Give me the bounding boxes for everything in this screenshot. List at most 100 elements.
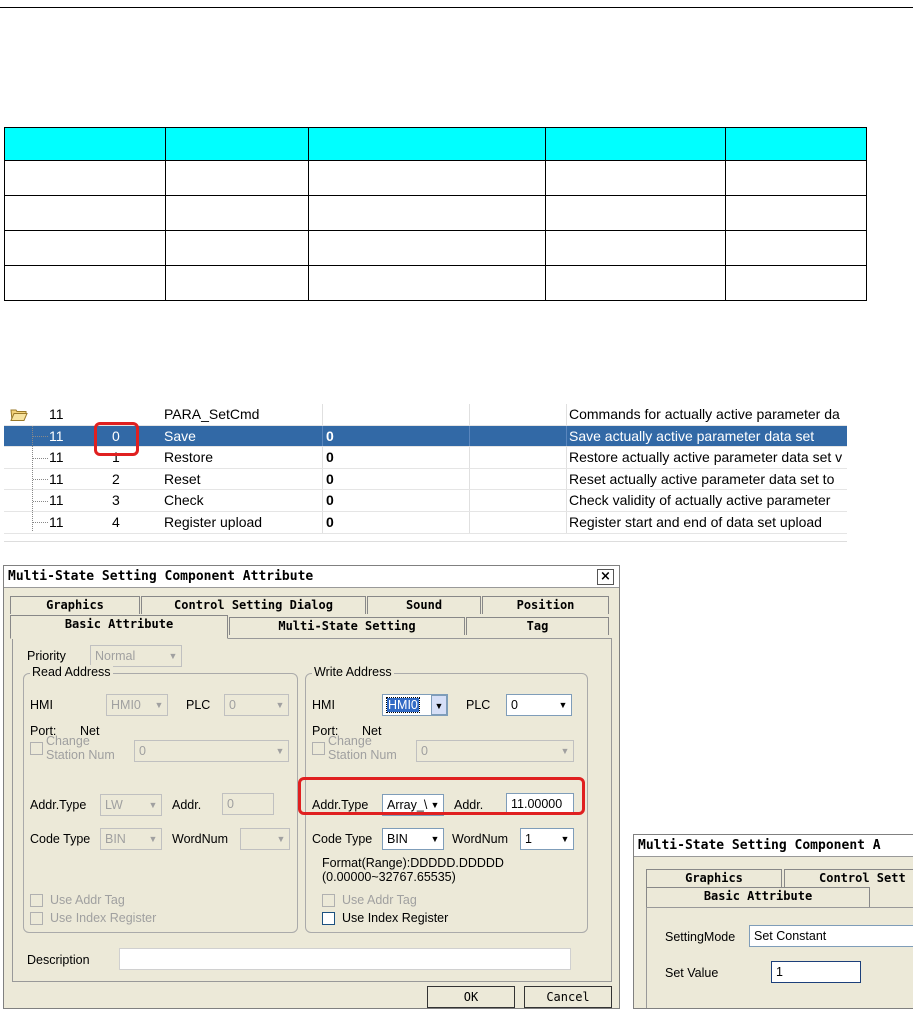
parameter-row[interactable]: 11 4 Register upload 0 Register start an… (4, 512, 847, 534)
tab-multi-state-setting[interactable]: Multi-State Setting (229, 617, 465, 635)
setting-mode-label: SettingMode (665, 930, 736, 944)
set-value-input[interactable]: 1 (771, 961, 861, 983)
doc-cell (4, 195, 166, 231)
write-format-range: Format(Range):DDDDD.DDDDD (322, 856, 504, 870)
tab-position[interactable]: Position (482, 596, 609, 614)
param-col4: 0 (326, 470, 334, 487)
doc-cell (165, 265, 309, 301)
param-col3: Reset (164, 470, 201, 487)
param-col1: 11 (49, 449, 64, 466)
read-addr-label: Addr. (172, 798, 202, 812)
write-plc-select[interactable]: 0 ▼ (506, 694, 572, 716)
tab-tag[interactable]: Tag (466, 617, 609, 635)
param-col3: Restore (164, 449, 214, 466)
tab-sound[interactable]: Sound (367, 596, 481, 614)
read-address-label: Read Address (30, 665, 113, 679)
write-use-index-register-checkbox[interactable] (322, 912, 335, 925)
write-change-label: Change (328, 734, 372, 748)
read-addr-type-select: LW ▼ (100, 794, 162, 816)
parameter-row[interactable]: 11 3 Check 0 Check validity of actually … (4, 490, 847, 512)
read-code-type-select: BIN ▼ (100, 828, 162, 850)
dialog2-title: Multi-State Setting Component A (638, 838, 881, 853)
doc-cell (165, 160, 309, 196)
doc-table (4, 127, 867, 301)
param-col4: 0 (326, 427, 334, 444)
parameter-row[interactable]: 11 2 Reset 0 Reset actually active param… (4, 468, 847, 491)
doc-col-4 (545, 127, 726, 161)
param-col4: 0 (326, 492, 334, 509)
attribute-dialog-secondary: Multi-State Setting Component A Graphics… (633, 834, 913, 1009)
write-address-label: Write Address (312, 665, 394, 679)
write-wordnum-select[interactable]: 1 ▼ (520, 828, 574, 850)
doc-cell (165, 195, 309, 231)
doc-cell (725, 230, 867, 266)
read-use-addr-tag-checkbox (30, 894, 43, 907)
param-col4: 0 (326, 449, 334, 466)
tab-graphics[interactable]: Graphics (10, 596, 140, 614)
doc-col-1 (4, 127, 166, 161)
param-col5: Register start and end of data set uploa… (569, 514, 822, 530)
dialog2-panel: SettingMode Set Constant Set Value 1 (646, 907, 913, 1008)
param-col5: Commands for actually active parameter d… (569, 406, 840, 422)
param-col2: 4 (112, 514, 120, 530)
priority-select: Normal ▼ (90, 645, 182, 667)
tab-basic-attribute[interactable]: Basic Attribute (646, 887, 870, 907)
doc-cell (725, 265, 867, 301)
tab-control-setting-dialog[interactable]: Control Setting Dialog (141, 596, 366, 614)
doc-cell (545, 195, 726, 231)
param-col2: 3 (112, 492, 120, 509)
write-use-index-register-label: Use Index Register (342, 911, 449, 925)
write-hmi-select[interactable]: HMI0 ▼ (382, 694, 448, 716)
dialog-titlebar: Multi-State Setting Component Attribute … (4, 566, 619, 588)
read-address-group: Read Address HMI HMI0 ▼ PLC 0 ▼ Port: Net … (23, 665, 298, 933)
tab-control-setting-dialog[interactable]: Control Sett (784, 869, 913, 887)
param-col5: Reset actually active parameter data set… (569, 470, 835, 487)
param-col3: Save (164, 427, 196, 444)
write-format-range-values: (0.00000~32767.65535) (322, 870, 456, 884)
write-use-addr-tag-checkbox (322, 894, 335, 907)
tree-connector (33, 458, 48, 459)
dialog-title: Multi-State Setting Component Attribute (8, 569, 314, 584)
doc-table-row (4, 160, 867, 196)
write-station-select: 0 ▼ (416, 740, 574, 762)
doc-table-row (4, 265, 867, 301)
doc-col-3 (308, 127, 546, 161)
param-col4: 0 (326, 514, 334, 530)
tab-graphics[interactable]: Graphics (646, 869, 782, 887)
highlight-box (298, 777, 585, 815)
write-use-addr-tag-label: Use Addr Tag (342, 893, 417, 907)
tree-connector (33, 479, 48, 480)
ok-button[interactable]: OK (427, 986, 515, 1008)
tab-basic-attribute[interactable]: Basic Attribute (10, 615, 228, 639)
read-hmi-select: HMI0 ▼ (106, 694, 168, 716)
read-use-addr-tag-label: Use Addr Tag (50, 893, 125, 907)
read-plc-select: 0 ▼ (224, 694, 289, 716)
close-icon[interactable]: × (597, 569, 614, 585)
doc-cell (4, 160, 166, 196)
tree-connector (33, 436, 48, 437)
read-code-type-label: Code Type (30, 832, 91, 846)
doc-table-row (4, 230, 867, 266)
param-col1: 11 (49, 514, 64, 530)
setting-mode-select[interactable]: Set Constant (749, 925, 913, 947)
description-input[interactable] (119, 948, 571, 970)
read-hmi-label: HMI (30, 698, 53, 712)
write-code-type-label: Code Type (312, 832, 373, 846)
write-plc-label: PLC (466, 698, 491, 712)
param-col1: 11 (49, 492, 64, 509)
cancel-button[interactable]: Cancel (524, 986, 612, 1008)
doc-cell (308, 230, 546, 266)
doc-cell (725, 195, 867, 231)
doc-cell (308, 160, 546, 196)
priority-label: Priority (27, 649, 66, 663)
doc-cell (308, 265, 546, 301)
write-change-station-checkbox (312, 742, 325, 755)
param-col5: Restore actually active parameter data s… (569, 449, 843, 466)
tree-connector (33, 501, 48, 502)
write-code-type-select[interactable]: BIN ▼ (382, 828, 444, 850)
read-use-index-register-label: Use Index Register (50, 911, 157, 925)
param-col3: Check (164, 492, 204, 509)
doc-col-5 (725, 127, 867, 161)
write-station-num-label: Station Num (328, 748, 397, 762)
doc-table-row (4, 195, 867, 231)
